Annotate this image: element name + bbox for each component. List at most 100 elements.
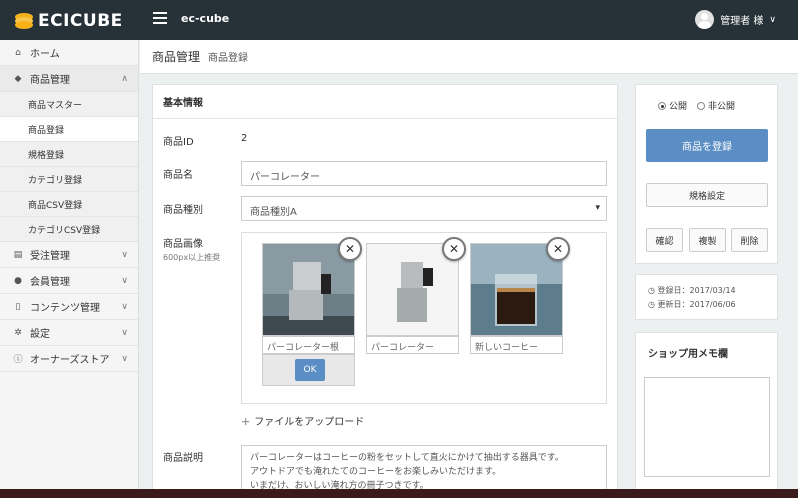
sidebar-item-label: オーナーズストア xyxy=(30,355,110,366)
sidebar-item-settings[interactable]: ✲ 設定 ∨ xyxy=(0,320,138,346)
logo-text: ECICUBE xyxy=(38,11,123,31)
upload-file-label: ファイルをアップロード xyxy=(254,417,365,428)
chevron-down-icon: ∨ xyxy=(121,249,128,260)
product-image-label: 商品画像 600px以上推奨 xyxy=(163,235,220,263)
image-size-hint: 600px以上推奨 xyxy=(163,253,221,262)
coffee-glass-photo xyxy=(471,244,562,335)
top-header: ECICUBE ec-cube 管理者 様 ∨ xyxy=(0,0,798,40)
logo[interactable]: ECICUBE xyxy=(14,11,123,31)
cart-icon: ▤ xyxy=(13,249,23,260)
avatar xyxy=(695,10,715,29)
chevron-down-icon: ∨ xyxy=(121,275,128,286)
upload-file-link[interactable]: + ファイルをアップロード xyxy=(241,413,364,428)
sidebar-item-products[interactable]: ◆ 商品管理 ∧ xyxy=(0,66,138,92)
updated-date-text: 更新日：2017/06/06 xyxy=(657,300,736,309)
description-line: パーコレーターはコーヒーの粉をセットして直火にかけて抽出する器具です。 xyxy=(250,453,564,463)
sidebar-item-label: コンテンツ管理 xyxy=(30,303,100,314)
bottom-edge xyxy=(0,489,798,498)
card-title: 基本情報 xyxy=(153,85,617,119)
chevron-down-icon: ∨ xyxy=(121,353,128,364)
delete-button[interactable]: 削除 xyxy=(731,228,768,252)
sidebar-subitem-category-register[interactable]: カテゴリ登録 xyxy=(0,167,138,192)
private-radio[interactable]: 非公開 xyxy=(697,99,735,112)
product-type-select[interactable]: 商品種別A xyxy=(241,196,607,221)
sidebar-item-label: ホーム xyxy=(30,49,60,60)
dates-card: ◷ 登録日：2017/03/14 ◷ 更新日：2017/06/06 xyxy=(635,274,778,320)
radio-selected-icon xyxy=(658,101,666,110)
public-label: 公開 xyxy=(669,102,688,112)
product-name-label: 商品名 xyxy=(163,170,193,181)
info-icon: ⓘ xyxy=(13,355,23,365)
sidebar-subitem-class-register[interactable]: 規格登録 xyxy=(0,142,138,167)
product-id-value: 2 xyxy=(241,133,248,144)
percolator-photo xyxy=(263,244,354,335)
user-name: 管理者 様 xyxy=(720,16,764,27)
sidebar-item-label: 受注管理 xyxy=(30,251,70,262)
image-caption-input-2[interactable]: パーコレーター xyxy=(366,336,459,354)
percolator-white-photo xyxy=(367,244,458,335)
sidebar-item-contents[interactable]: ▯ コンテンツ管理 ∨ xyxy=(0,294,138,320)
sidebar-subitem-product-csv[interactable]: 商品CSV登録 xyxy=(0,192,138,217)
publish-card: 公開 非公開 商品を登録 規格設定 確認 複製 削除 xyxy=(635,84,778,264)
sidebar-subitem-product-register[interactable]: 商品登録 xyxy=(0,117,138,142)
image-caption-input-3[interactable]: 新しいコーヒー xyxy=(470,336,563,354)
remove-image-3-icon[interactable]: ✕ xyxy=(546,237,570,261)
register-product-button[interactable]: 商品を登録 xyxy=(646,129,768,162)
public-radio[interactable]: 公開 xyxy=(658,99,687,112)
tag-icon: ◆ xyxy=(14,73,22,84)
logo-mark-icon xyxy=(15,13,33,29)
clock-icon: ◷ xyxy=(648,300,658,309)
description-label: 商品説明 xyxy=(163,453,203,464)
image-upload-area[interactable]: パーコレーター根 OK ✕ パーコレーター ✕ 新しいコーヒー ✕ xyxy=(241,232,607,404)
product-id-label: 商品ID xyxy=(163,137,194,148)
private-label: 非公開 xyxy=(708,102,736,112)
chevron-down-icon: ∨ xyxy=(121,301,128,312)
sidebar: ⌂ ホーム ◆ 商品管理 ∧ 商品マスター 商品登録 規格登録 カテゴリ登録 商… xyxy=(0,40,139,498)
caption-confirm-area: OK xyxy=(262,354,355,386)
chevron-up-icon: ∧ xyxy=(121,73,128,84)
chevron-down-icon: ∨ xyxy=(769,14,776,25)
class-settings-button[interactable]: 規格設定 xyxy=(646,183,768,207)
shop-memo-card: ショップ用メモ欄 xyxy=(635,332,778,492)
confirm-button[interactable]: 確認 xyxy=(646,228,683,252)
updated-date: ◷ 更新日：2017/06/06 xyxy=(648,299,736,310)
sidebar-item-label: 設定 xyxy=(30,329,50,340)
plus-icon: + xyxy=(241,415,251,428)
created-date: ◷ 登録日：2017/03/14 xyxy=(648,285,736,296)
chevron-down-icon: ∨ xyxy=(121,327,128,338)
sidebar-item-orders[interactable]: ▤ 受注管理 ∨ xyxy=(0,242,138,268)
home-icon: ⌂ xyxy=(15,47,21,58)
page-subtitle: 商品登録 xyxy=(208,53,249,64)
sidebar-item-label: 会員管理 xyxy=(30,277,70,288)
memo-textarea[interactable] xyxy=(644,377,770,477)
sidebar-subitem-category-csv[interactable]: カテゴリCSV登録 xyxy=(0,217,138,242)
shop-name: ec-cube xyxy=(181,12,230,25)
product-type-label: 商品種別 xyxy=(163,205,203,216)
ok-button[interactable]: OK xyxy=(295,359,325,381)
file-icon: ▯ xyxy=(15,301,21,312)
user-menu[interactable]: 管理者 様 ∨ xyxy=(695,10,776,29)
sidebar-item-label: 商品管理 xyxy=(30,75,70,86)
image-label-text: 商品画像 xyxy=(163,239,203,250)
memo-title: ショップ用メモ欄 xyxy=(648,349,728,360)
sidebar-item-home[interactable]: ⌂ ホーム xyxy=(0,40,138,66)
visibility-radio-group: 公開 非公開 xyxy=(658,99,735,112)
gear-icon: ✲ xyxy=(14,327,22,338)
image-caption-input-1[interactable]: パーコレーター根 xyxy=(262,336,355,354)
copy-button[interactable]: 複製 xyxy=(689,228,726,252)
remove-image-2-icon[interactable]: ✕ xyxy=(442,237,466,261)
radio-empty-icon xyxy=(697,101,706,110)
product-name-input[interactable]: パーコレーター xyxy=(241,161,607,186)
sidebar-item-owners-store[interactable]: ⓘ オーナーズストア ∨ xyxy=(0,346,138,372)
page-title: 商品管理 xyxy=(152,50,201,64)
menu-toggle-icon[interactable] xyxy=(153,12,167,26)
sidebar-subitem-product-master[interactable]: 商品マスター xyxy=(0,92,138,117)
basic-info-card: 基本情報 商品ID 2 商品名 パーコレーター 商品種別 商品種別A 商品画像 … xyxy=(152,84,618,498)
users-icon: ● xyxy=(14,275,22,286)
sidebar-item-members[interactable]: ● 会員管理 ∨ xyxy=(0,268,138,294)
description-line: アウトドアでも淹れたてのコーヒーをお楽しみいただけます。 xyxy=(250,467,502,477)
created-date-text: 登録日：2017/03/14 xyxy=(657,286,736,295)
remove-image-1-icon[interactable]: ✕ xyxy=(338,237,362,261)
clock-icon: ◷ xyxy=(648,286,658,295)
breadcrumb: 商品管理 商品登録 xyxy=(140,40,798,74)
